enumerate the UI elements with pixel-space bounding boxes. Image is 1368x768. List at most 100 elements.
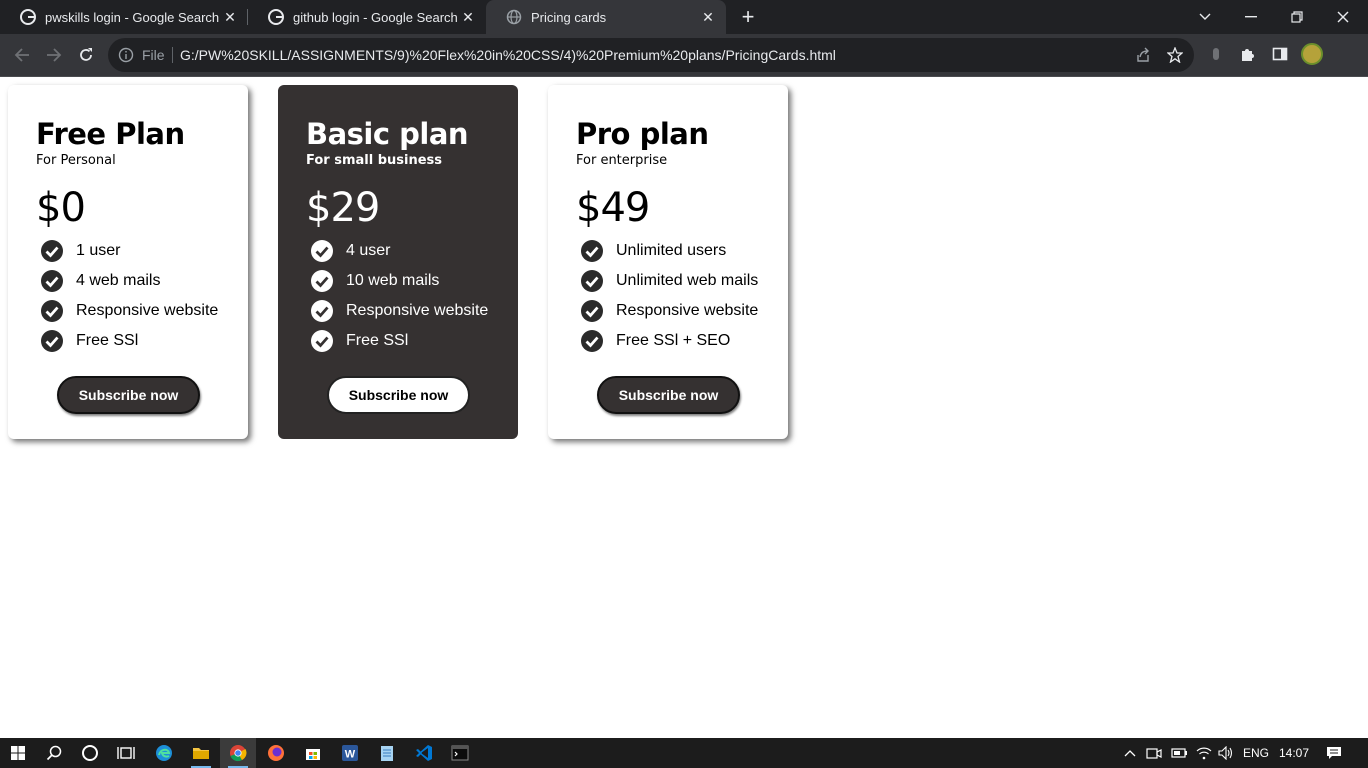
- restore-icon[interactable]: [1274, 0, 1320, 34]
- check-circle-icon: [311, 270, 333, 292]
- edge-icon[interactable]: [146, 738, 182, 768]
- feature-item: 10 web mails: [306, 266, 518, 296]
- pricing-page: Free Plan For Personal $0 1 user 4 web m…: [0, 77, 1368, 738]
- feature-text: Responsive website: [346, 302, 489, 319]
- pricing-card-free: Free Plan For Personal $0 1 user 4 web m…: [8, 85, 248, 439]
- tab-title: Pricing cards: [531, 9, 607, 25]
- extension-icon[interactable]: [1205, 43, 1227, 65]
- back-icon[interactable]: [10, 43, 34, 67]
- feature-text: 1 user: [76, 242, 121, 259]
- feature-item: Free SSl + SEO: [576, 326, 788, 356]
- feature-list: Unlimited users Unlimited web mails Resp…: [576, 236, 788, 356]
- feature-item: 1 user: [36, 236, 248, 266]
- feature-text: Free SSl: [76, 332, 139, 349]
- feature-text: 10 web mails: [346, 272, 440, 289]
- tab-title: pwskills login - Google Search: [45, 9, 220, 25]
- plan-name: Pro plan: [576, 117, 709, 151]
- search-icon[interactable]: [36, 738, 72, 768]
- globe-icon: [506, 9, 522, 25]
- feature-item: Responsive website: [306, 296, 518, 326]
- plan-price: $0: [36, 185, 86, 231]
- check-circle-icon: [581, 270, 603, 292]
- reload-icon[interactable]: [74, 43, 98, 67]
- tab-search-icon[interactable]: [1182, 0, 1228, 34]
- address-bar[interactable]: File G:/PW%20SKILL/ASSIGNMENTS/9)%20Flex…: [108, 38, 1194, 72]
- minimize-icon[interactable]: [1228, 0, 1274, 34]
- url-text[interactable]: G:/PW%20SKILL/ASSIGNMENTS/9)%20Flex%20in…: [180, 47, 836, 63]
- close-tab-icon[interactable]: ✕: [700, 9, 716, 25]
- meet-icon[interactable]: [1144, 738, 1164, 768]
- google-icon: [20, 9, 36, 25]
- feature-item: Responsive website: [36, 296, 248, 326]
- feature-text: Responsive website: [616, 302, 759, 319]
- subscribe-button[interactable]: Subscribe now: [327, 376, 470, 414]
- notifications-icon[interactable]: [1318, 738, 1350, 768]
- scheme-label: File: [142, 47, 165, 63]
- language-indicator[interactable]: ENG: [1241, 738, 1271, 768]
- check-circle-icon: [581, 240, 603, 262]
- close-tab-icon[interactable]: ✕: [222, 9, 238, 25]
- plan-price: $49: [576, 185, 650, 231]
- forward-icon[interactable]: [42, 43, 66, 67]
- file-explorer-icon[interactable]: [183, 738, 219, 768]
- address-divider: [172, 47, 173, 63]
- chrome-icon[interactable]: [220, 738, 256, 768]
- plan-price: $29: [306, 185, 380, 231]
- windows-taskbar: W ENG 14:07: [0, 738, 1368, 768]
- check-circle-icon: [311, 330, 333, 352]
- feature-text: Free SSl: [346, 332, 409, 349]
- notepad-icon[interactable]: [369, 738, 405, 768]
- subscribe-button[interactable]: Subscribe now: [597, 376, 740, 414]
- check-circle-icon: [41, 270, 63, 292]
- windows-start-icon[interactable]: [0, 738, 36, 768]
- task-view-icon[interactable]: [108, 738, 144, 768]
- clock[interactable]: 14:07: [1278, 738, 1310, 768]
- close-tab-icon[interactable]: ✕: [460, 9, 476, 25]
- terminal-icon[interactable]: [442, 738, 478, 768]
- tab-github-search[interactable]: github login - Google Search ✕: [248, 0, 486, 34]
- tab-pricing-cards[interactable]: Pricing cards ✕: [486, 0, 726, 34]
- feature-text: Free SSl + SEO: [616, 332, 731, 349]
- feature-item: 4 user: [306, 236, 518, 266]
- feature-item: Unlimited users: [576, 236, 788, 266]
- firefox-icon[interactable]: [258, 738, 294, 768]
- feature-text: Responsive website: [76, 302, 219, 319]
- feature-item: Unlimited web mails: [576, 266, 788, 296]
- browser-toolbar: File G:/PW%20SKILL/ASSIGNMENTS/9)%20Flex…: [0, 34, 1368, 76]
- volume-icon[interactable]: [1216, 738, 1236, 768]
- puzzle-icon[interactable]: [1237, 43, 1259, 65]
- pricing-card-basic: Basic plan For small business $29 4 user…: [278, 85, 518, 439]
- word-icon[interactable]: W: [332, 738, 368, 768]
- feature-text: 4 user: [346, 242, 391, 259]
- new-tab-icon[interactable]: +: [738, 6, 758, 28]
- feature-text: Unlimited users: [616, 242, 727, 259]
- wifi-icon[interactable]: [1194, 738, 1214, 768]
- vscode-icon[interactable]: [406, 738, 442, 768]
- profile-avatar[interactable]: [1301, 43, 1323, 65]
- store-icon[interactable]: [295, 738, 331, 768]
- check-circle-icon: [581, 330, 603, 352]
- pricing-card-pro: Pro plan For enterprise $49 Unlimited us…: [548, 85, 788, 439]
- plan-name: Free Plan: [36, 117, 185, 151]
- google-icon: [268, 9, 284, 25]
- feature-text: Unlimited web mails: [616, 272, 759, 289]
- browser-tabstrip: pwskills login - Google Search ✕ github …: [0, 0, 1368, 34]
- check-circle-icon: [41, 240, 63, 262]
- check-circle-icon: [41, 300, 63, 322]
- feature-list: 4 user 10 web mails Responsive website F…: [306, 236, 518, 356]
- tab-pwskills-search[interactable]: pwskills login - Google Search ✕: [0, 0, 248, 34]
- feature-item: Free SSl: [306, 326, 518, 356]
- feature-text: 4 web mails: [76, 272, 161, 289]
- tab-title: github login - Google Search: [293, 9, 458, 25]
- tray-chevron-up-icon[interactable]: [1120, 738, 1140, 768]
- side-panel-icon[interactable]: [1269, 43, 1291, 65]
- subscribe-button[interactable]: Subscribe now: [57, 376, 200, 414]
- plan-audience: For enterprise: [576, 153, 668, 168]
- cortana-icon[interactable]: [72, 738, 108, 768]
- share-icon[interactable]: [1132, 44, 1154, 66]
- close-window-icon[interactable]: [1320, 0, 1366, 34]
- bookmark-star-icon[interactable]: [1164, 44, 1186, 66]
- check-circle-icon: [311, 300, 333, 322]
- battery-icon[interactable]: [1168, 738, 1190, 768]
- site-info-icon[interactable]: [118, 47, 134, 63]
